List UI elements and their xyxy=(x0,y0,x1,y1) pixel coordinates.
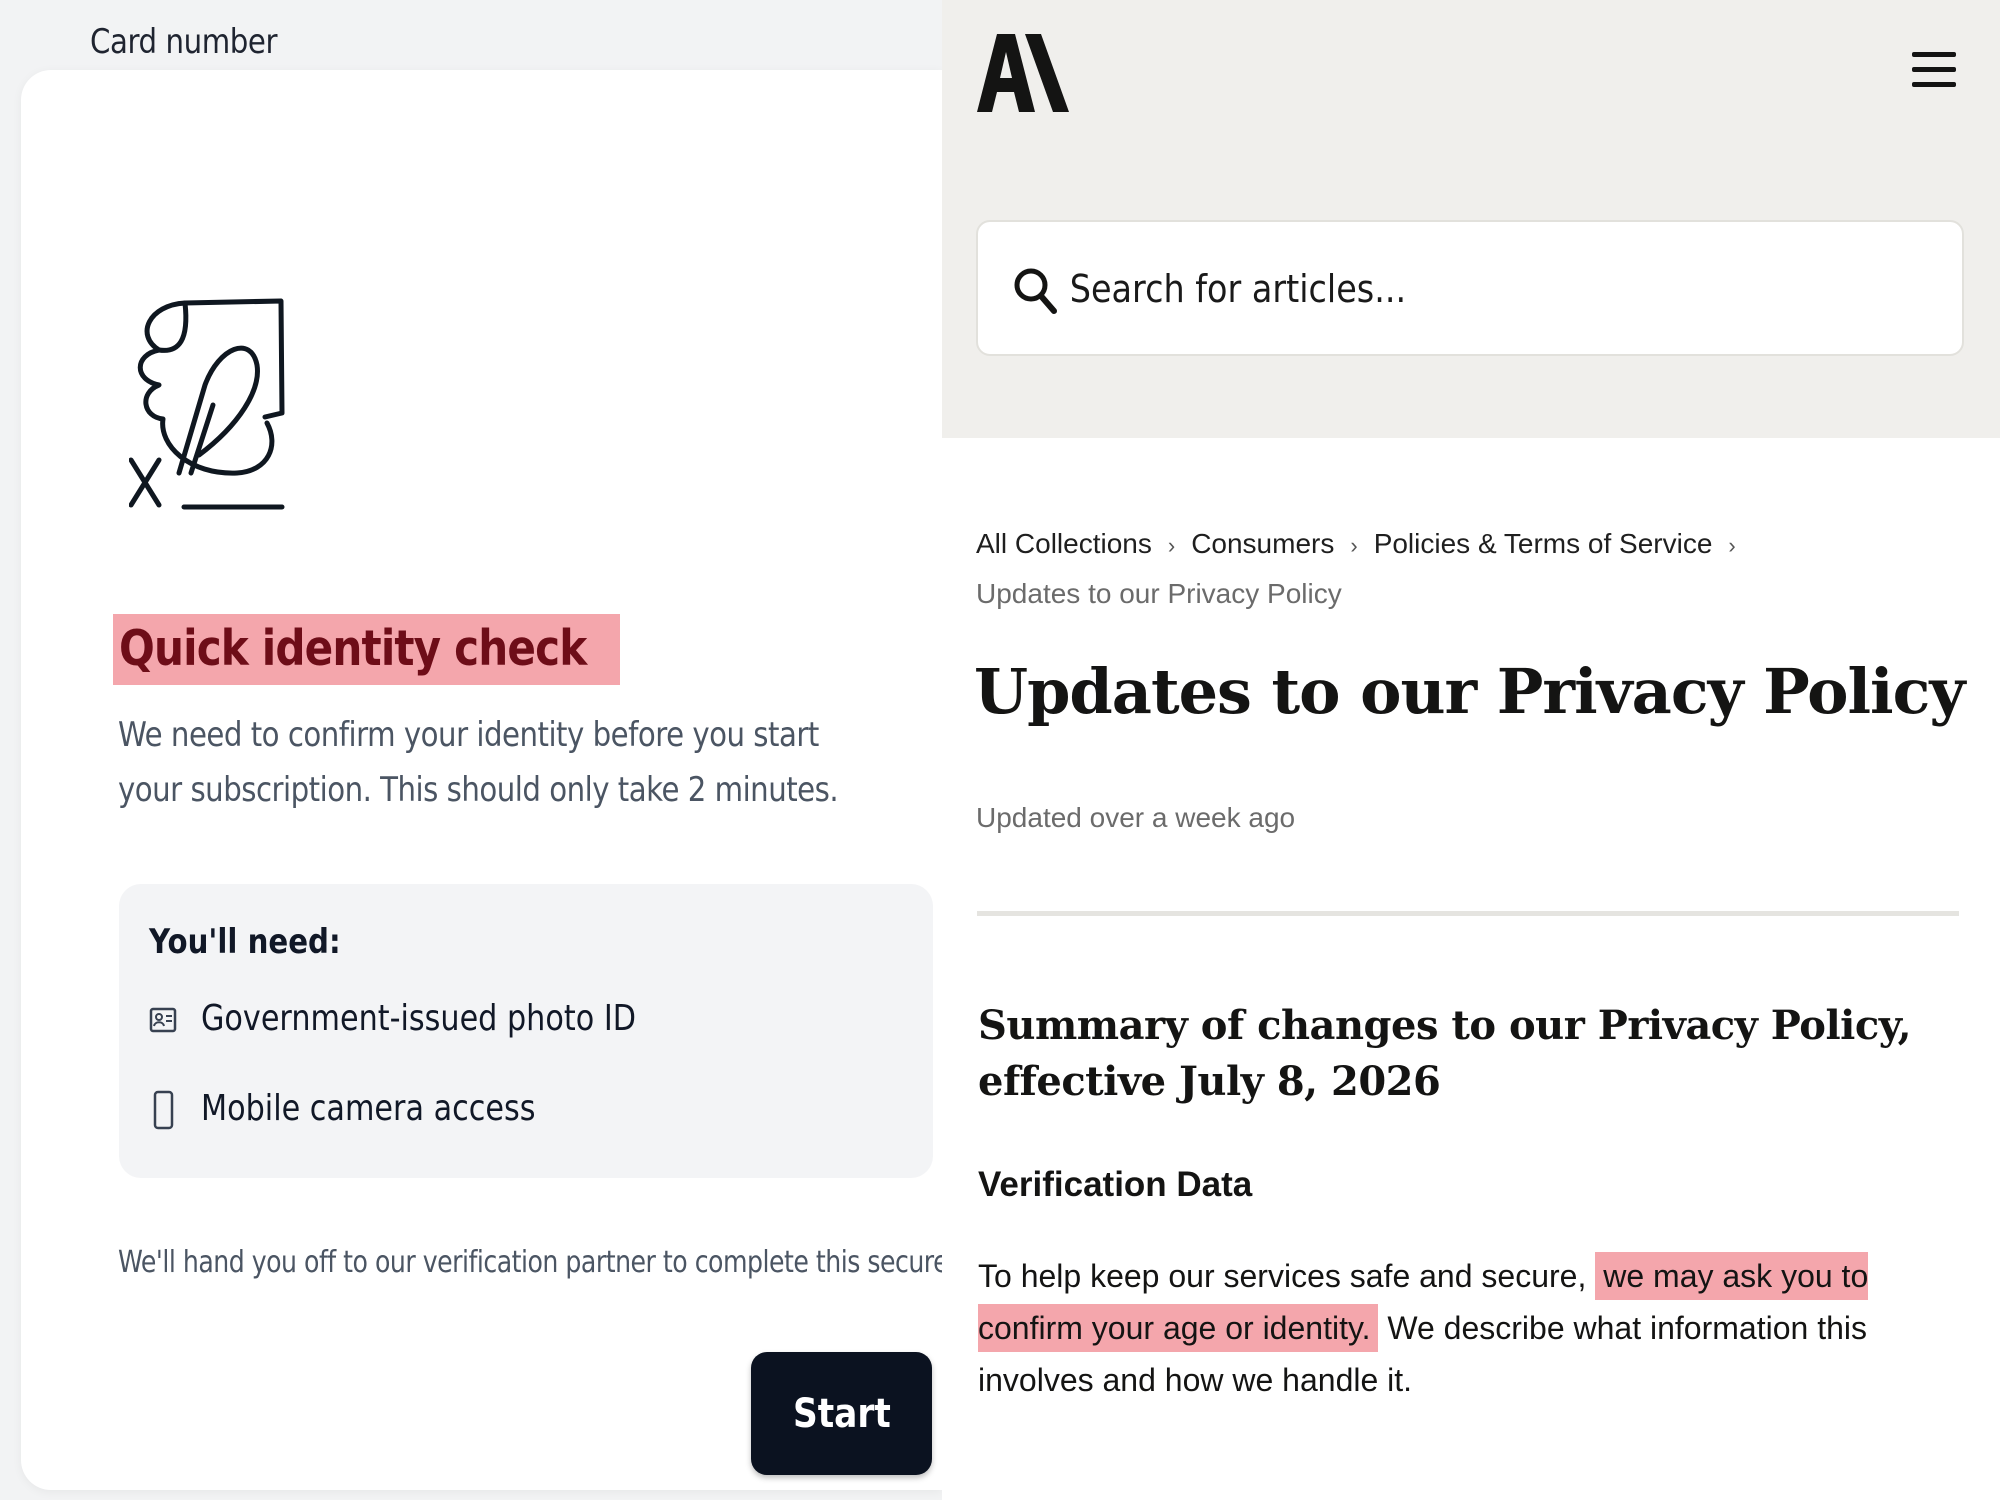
breadcrumb-current: Updates to our Privacy Policy xyxy=(976,578,1342,609)
summary-heading: Summary of changes to our Privacy Policy… xyxy=(978,1002,1912,1105)
breadcrumb-consumers[interactable]: Consumers xyxy=(1191,528,1334,559)
help-article-panel: All Collections › Consumers › Policies & Ter… xyxy=(942,0,2000,1500)
body-text: To help keep our services safe and secur… xyxy=(978,1258,1596,1294)
phone-icon xyxy=(153,1090,174,1130)
menu-button[interactable] xyxy=(1912,52,1956,96)
card-number-label: Card number xyxy=(90,22,278,62)
requirements-title: You'll need: xyxy=(149,922,341,962)
identity-check-panel: Card number Quick identity check We need… xyxy=(0,0,973,1500)
help-center-header xyxy=(942,0,2000,438)
anthropic-logo-icon[interactable] xyxy=(977,34,1069,112)
chevron-right-icon: › xyxy=(1167,533,1176,558)
search-input[interactable] xyxy=(1068,258,1829,320)
requirement-item: Government-issued photo ID xyxy=(149,994,889,1044)
breadcrumb-all-collections[interactable]: All Collections xyxy=(976,528,1152,559)
start-button[interactable]: Start xyxy=(751,1352,932,1475)
section-heading: Verification Data xyxy=(978,1165,1253,1204)
search-icon xyxy=(1014,268,1057,314)
signature-illustration-icon xyxy=(129,298,285,510)
menu-icon xyxy=(1912,52,1956,57)
identity-check-card: Quick identity check We need to confirm … xyxy=(21,70,973,1490)
divider xyxy=(977,911,1959,916)
requirement-label: Government-issued photo ID xyxy=(201,998,637,1039)
page-title: Quick identity check xyxy=(113,614,621,685)
requirement-item: Mobile camera access xyxy=(149,1084,889,1134)
identity-check-description: We need to confirm your identity before … xyxy=(118,715,839,810)
search-box[interactable] xyxy=(976,220,1964,356)
chevron-right-icon: › xyxy=(1350,533,1358,558)
handoff-note: We'll hand you off to our verification p… xyxy=(118,1245,973,1280)
chevron-right-icon: › xyxy=(1728,533,1736,558)
breadcrumb: All Collections › Consumers › Policies & Ter… xyxy=(976,520,1966,618)
section-body: To help keep our services safe and secur… xyxy=(978,1250,1968,1406)
article-updated: Updated over a week ago xyxy=(976,802,1296,833)
article-title: Updates to our Privacy Policy xyxy=(974,655,1965,728)
requirement-label: Mobile camera access xyxy=(201,1088,536,1129)
requirements-box: You'll need: Government-issued photo ID … xyxy=(119,884,933,1178)
breadcrumb-policies[interactable]: Policies & Terms of Service xyxy=(1374,528,1713,559)
id-card-icon xyxy=(149,1007,177,1033)
